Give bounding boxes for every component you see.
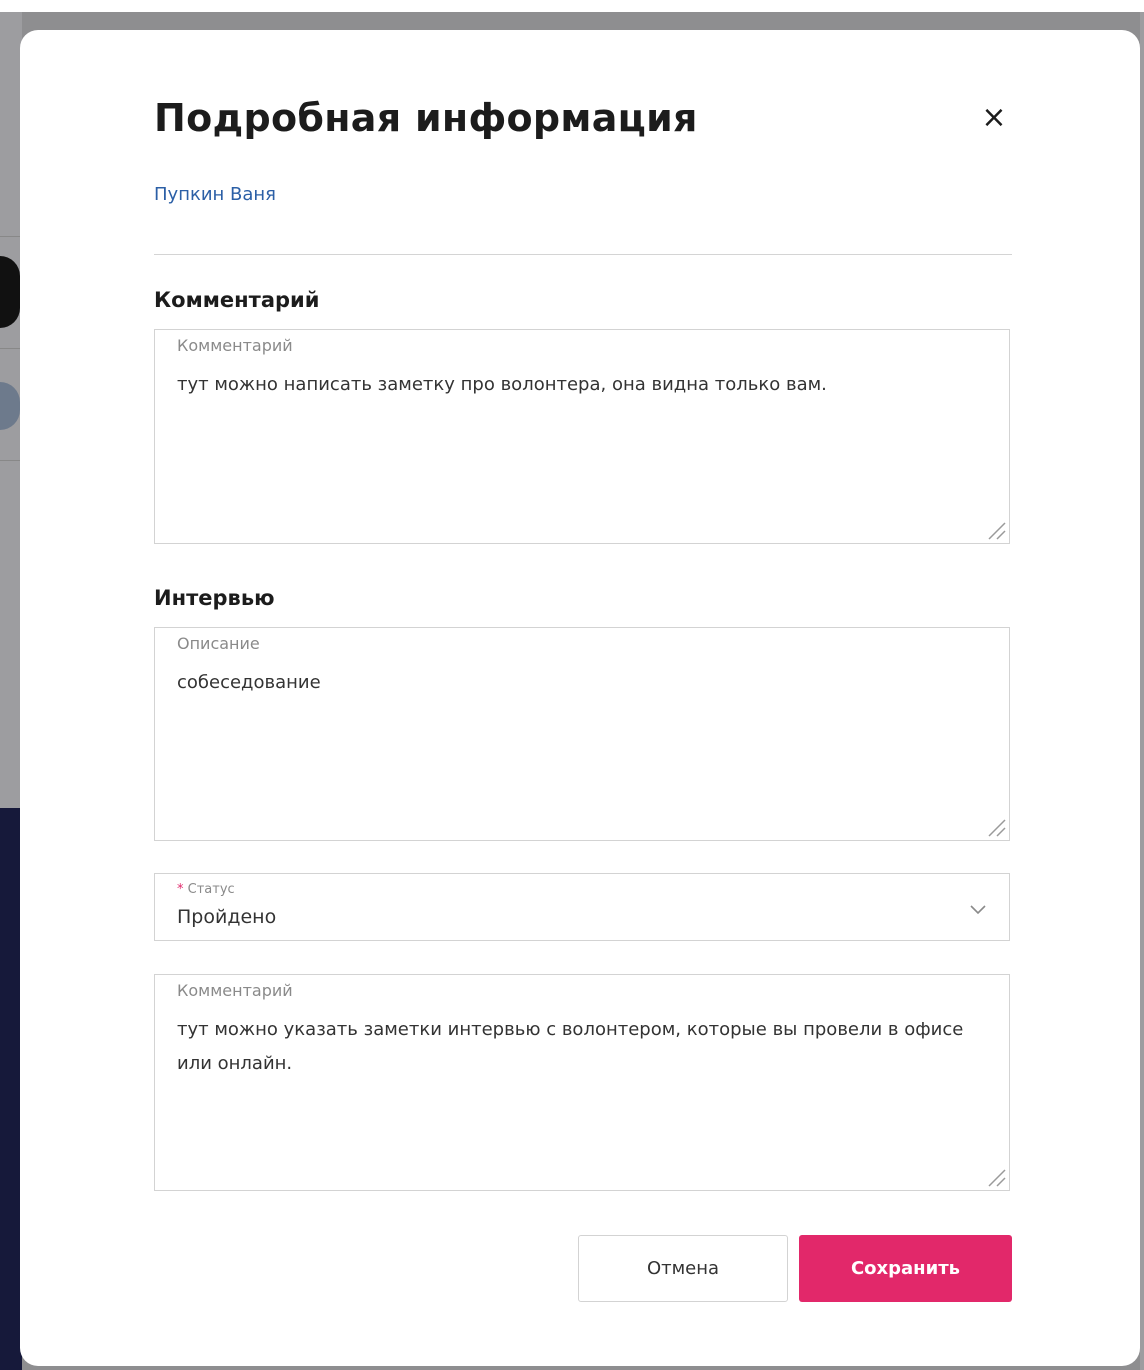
- description-field-label: Описание: [177, 634, 260, 653]
- cancel-button[interactable]: Отмена: [578, 1235, 788, 1302]
- interview-comment-field-label: Комментарий: [177, 981, 293, 1000]
- volunteer-name-link[interactable]: Пупкин Ваня: [154, 184, 276, 205]
- backdrop-divider: [0, 460, 22, 461]
- interview-description-textarea[interactable]: Описание собеседование: [154, 627, 1010, 841]
- description-field-value: собеседование: [177, 672, 321, 693]
- backdrop-page-right: [1140, 12, 1144, 1370]
- status-field-label: * Статус: [177, 882, 235, 897]
- comment-field-value: тут можно написать заметку про волонтера…: [177, 374, 827, 395]
- chevron-down-icon[interactable]: [969, 900, 987, 918]
- modal-title: Подробная информация: [154, 96, 698, 140]
- backdrop-page-left-footer: [0, 808, 22, 1370]
- resize-handle-icon[interactable]: [985, 519, 1007, 541]
- comment-textarea[interactable]: Комментарий тут можно написать заметку п…: [154, 329, 1010, 544]
- backdrop-divider: [0, 348, 22, 349]
- save-button[interactable]: Сохранить: [799, 1235, 1012, 1302]
- status-selected-value: Пройдено: [177, 906, 277, 928]
- interview-comment-textarea[interactable]: Комментарий тут можно указать заметки ин…: [154, 974, 1010, 1191]
- status-select[interactable]: * Статус Пройдено: [154, 873, 1010, 941]
- backdrop-divider: [0, 236, 22, 237]
- close-button[interactable]: ×: [976, 100, 1012, 136]
- required-mark: *: [177, 882, 184, 897]
- status-label-text: Статус: [187, 882, 235, 897]
- details-modal: Подробная информация × Пупкин Ваня Комме…: [20, 30, 1140, 1366]
- comment-field-label: Комментарий: [177, 336, 293, 355]
- resize-handle-icon[interactable]: [985, 1166, 1007, 1188]
- interview-section-heading: Интервью: [154, 586, 275, 610]
- backdrop-top-strip: [0, 0, 1144, 12]
- backdrop-avatar: [0, 256, 20, 328]
- interview-comment-field-value: тут можно указать заметки интервью с вол…: [177, 1019, 970, 1074]
- close-icon: ×: [981, 100, 1007, 135]
- resize-handle-icon[interactable]: [985, 816, 1007, 838]
- header-divider: [154, 254, 1012, 255]
- comment-section-heading: Комментарий: [154, 288, 320, 312]
